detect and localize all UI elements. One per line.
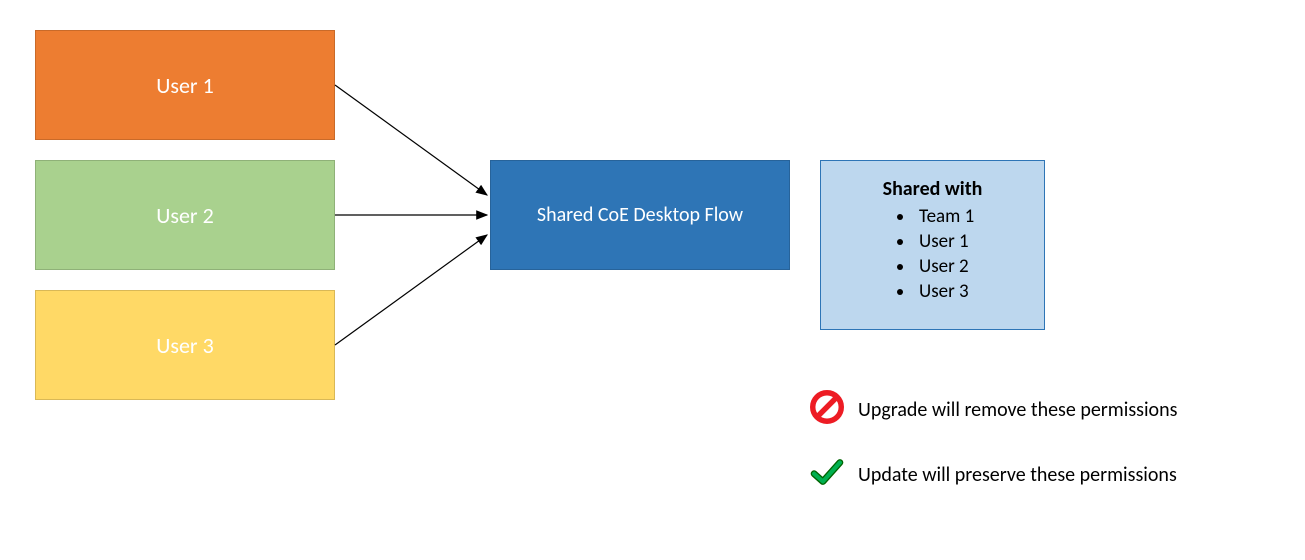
shared-with-item: User 2 <box>915 255 1030 278</box>
shared-with-list: Team 1 User 1 User 2 User 3 <box>835 205 1030 303</box>
shared-flow-label: Shared CoE Desktop Flow <box>537 203 743 227</box>
shared-with-panel: Shared with Team 1 User 1 User 2 User 3 <box>820 160 1045 330</box>
user-1-box: User 1 <box>35 30 335 140</box>
user-3-box: User 3 <box>35 290 335 400</box>
check-icon <box>810 455 844 495</box>
legend-upgrade: Upgrade will remove these permissions <box>810 390 1177 430</box>
shared-flow-box: Shared CoE Desktop Flow <box>490 160 790 270</box>
shared-with-item: User 3 <box>915 280 1030 303</box>
user-2-label: User 2 <box>156 202 213 229</box>
shared-with-item: User 1 <box>915 230 1030 253</box>
prohibit-icon <box>810 390 844 430</box>
user-2-box: User 2 <box>35 160 335 270</box>
legend-update-text: Update will preserve these permissions <box>858 463 1177 487</box>
user-1-label: User 1 <box>156 72 213 99</box>
shared-with-item: Team 1 <box>915 205 1030 228</box>
user-3-label: User 3 <box>156 332 213 359</box>
legend-upgrade-text: Upgrade will remove these permissions <box>858 398 1177 422</box>
legend-update: Update will preserve these permissions <box>810 455 1177 495</box>
shared-with-title: Shared with <box>835 177 1030 201</box>
